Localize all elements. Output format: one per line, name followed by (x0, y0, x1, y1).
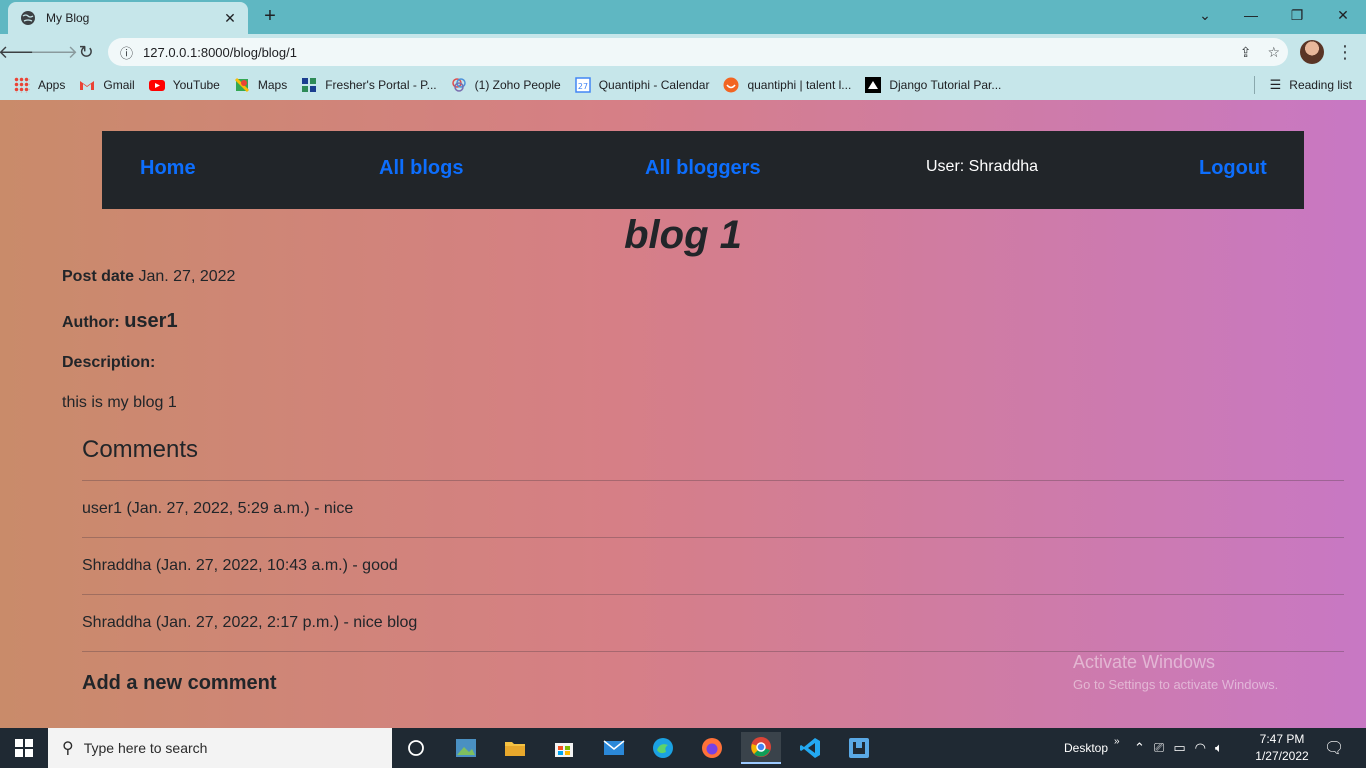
start-button[interactable] (0, 728, 48, 768)
windows-logo-icon (15, 739, 33, 757)
browser-toolbar: 🡐 🡒 ↻ ⓘ 127.0.0.1:8000/blog/blog/1 ⇪ ☆ (0, 34, 1366, 70)
comment-item: user1 (Jan. 27, 2022, 5:29 a.m.) - nice (82, 480, 1344, 537)
zoho-icon (451, 77, 467, 93)
maps-icon (234, 77, 250, 93)
nav-logout-link[interactable]: Logout (1199, 157, 1267, 180)
blog-title: blog 1 (624, 213, 742, 257)
bookmark-zoho-people[interactable]: (1) Zoho People (451, 77, 561, 93)
bookmark-quantiphi-talent[interactable]: quantiphi | talent l... (723, 77, 851, 93)
clock-date: 1/27/2022 (1255, 749, 1309, 763)
current-user-label: User: Shraddha (926, 158, 1039, 175)
youtube-icon (148, 77, 165, 93)
author-row: Author: user1 (62, 310, 178, 333)
post-date-label: Post date (62, 268, 135, 285)
share-icon[interactable]: ⇪ (1240, 44, 1252, 61)
globe-icon (20, 10, 36, 26)
windows-taskbar: ⚲ Type here to search Desktop » ⌃ ⎚ ▭ ◠ … (0, 728, 1366, 768)
bookmark-maps[interactable]: Maps (234, 77, 287, 93)
reload-button[interactable]: ↻ (72, 38, 100, 66)
volume-icon[interactable]: 🔈︎ (1215, 740, 1223, 756)
desktop-toolbar-label[interactable]: Desktop » (1064, 728, 1120, 768)
new-tab-button[interactable]: + (258, 4, 282, 28)
search-placeholder: Type here to search (83, 740, 208, 756)
calendar-icon: 27 (574, 77, 591, 93)
description-label: Description: (62, 354, 156, 371)
bookmark-gmail[interactable]: Gmail (79, 77, 135, 93)
bookmark-freshers-portal[interactable]: Fresher's Portal - P... (301, 77, 437, 93)
comment-item: Shraddha (Jan. 27, 2022, 10:43 a.m.) - g… (82, 537, 1344, 594)
talent-icon (723, 77, 739, 93)
forward-button[interactable]: 🡒 (30, 38, 78, 66)
author-label: Author: (62, 314, 120, 331)
browser-tab[interactable]: My Blog ✕ (8, 2, 248, 34)
activate-windows-watermark: Activate Windows Go to Settings to activ… (1073, 652, 1279, 692)
show-hidden-icons-chevron-up-icon[interactable]: ⌃ (1134, 740, 1145, 756)
nav-all-blogs-link[interactable]: All blogs (379, 157, 463, 180)
gmail-icon (79, 77, 95, 93)
restore-button[interactable]: ❐ (1274, 0, 1320, 30)
author-link[interactable]: user1 (124, 310, 177, 332)
apps-grid-icon (14, 77, 30, 93)
browser-tab-strip: My Blog ✕ + ⌄ — ❐ ✕ (0, 0, 1366, 34)
mail-app-icon[interactable] (594, 732, 634, 764)
clock-time: 7:47 PM (1259, 732, 1305, 746)
bookmarks-bar: Apps Gmail YouTube Maps Fresher's Portal… (0, 70, 1366, 100)
bookmark-star-icon[interactable]: ☆ (1267, 44, 1280, 61)
microsoft-store-icon[interactable] (544, 732, 584, 764)
close-tab-icon[interactable]: ✕ (222, 10, 238, 27)
svg-text:27: 27 (578, 82, 588, 91)
bookmark-apps[interactable]: Apps (14, 77, 65, 93)
comment-item: Shraddha (Jan. 27, 2022, 2:17 p.m.) - ni… (82, 594, 1344, 651)
taskbar-clock[interactable]: 7:47 PM 1/27/2022 (1250, 731, 1314, 765)
comments-heading: Comments (82, 436, 199, 463)
address-bar[interactable]: ⓘ 127.0.0.1:8000/blog/blog/1 ⇪ ☆ (108, 38, 1288, 66)
chevron-expand-icon: » (1114, 735, 1120, 747)
nav-all-bloggers-link[interactable]: All bloggers (645, 157, 761, 180)
description-text: this is my blog 1 (62, 394, 177, 411)
profile-avatar[interactable] (1300, 40, 1324, 64)
notifications-icon[interactable]: 🗨︎ (1324, 728, 1344, 768)
post-date-value: Jan. 27, 2022 (138, 268, 236, 285)
bookmark-django-tutorial[interactable]: Django Tutorial Par... (865, 77, 1001, 93)
chrome-app-icon[interactable] (741, 732, 781, 764)
bookmarks-divider (1254, 76, 1255, 94)
system-tray: ⌃ ⎚ ▭ ◠ 🔈︎ (1134, 728, 1223, 768)
search-icon: ⚲ (62, 740, 74, 757)
reading-list-icon: ☰ (1269, 77, 1282, 92)
portal-icon (301, 77, 317, 93)
tab-title: My Blog (46, 11, 90, 25)
edge-browser-icon[interactable] (643, 732, 683, 764)
site-navbar: Home All blogs All bloggers User: Shradd… (102, 131, 1304, 209)
site-info-icon[interactable]: ⓘ (120, 43, 133, 62)
close-window-button[interactable]: ✕ (1320, 0, 1366, 30)
tab-search-icon[interactable]: ⌄ (1182, 0, 1228, 30)
meet-now-icon[interactable]: ⎚ (1154, 740, 1164, 756)
bookmark-youtube[interactable]: YouTube (148, 77, 220, 93)
nav-home-link[interactable]: Home (140, 157, 196, 180)
bookmark-quantiphi-calendar[interactable]: 27 Quantiphi - Calendar (574, 77, 709, 93)
add-comment-heading[interactable]: Add a new comment (82, 672, 276, 695)
task-view-icon[interactable] (396, 732, 436, 764)
photos-app-icon[interactable] (446, 732, 486, 764)
minimize-button[interactable]: — (1228, 0, 1274, 30)
taskbar-search-box[interactable]: ⚲ Type here to search (48, 728, 392, 768)
reading-list-button[interactable]: ☰ Reading list (1270, 70, 1352, 100)
firefox-icon[interactable] (692, 732, 732, 764)
url-text: 127.0.0.1:8000/blog/blog/1 (143, 44, 297, 60)
remote-app-icon[interactable] (839, 732, 879, 764)
wifi-icon[interactable]: ◠ (1195, 740, 1206, 756)
battery-icon[interactable]: ▭ (1173, 740, 1185, 756)
post-date-row: Post date Jan. 27, 2022 (62, 268, 235, 286)
file-explorer-icon[interactable] (495, 732, 535, 764)
browser-menu-icon[interactable]: ⋮ (1336, 40, 1354, 64)
mdn-icon (865, 77, 882, 93)
vscode-icon[interactable] (790, 732, 830, 764)
blog-page: Home All blogs All bloggers User: Shradd… (0, 100, 1366, 728)
